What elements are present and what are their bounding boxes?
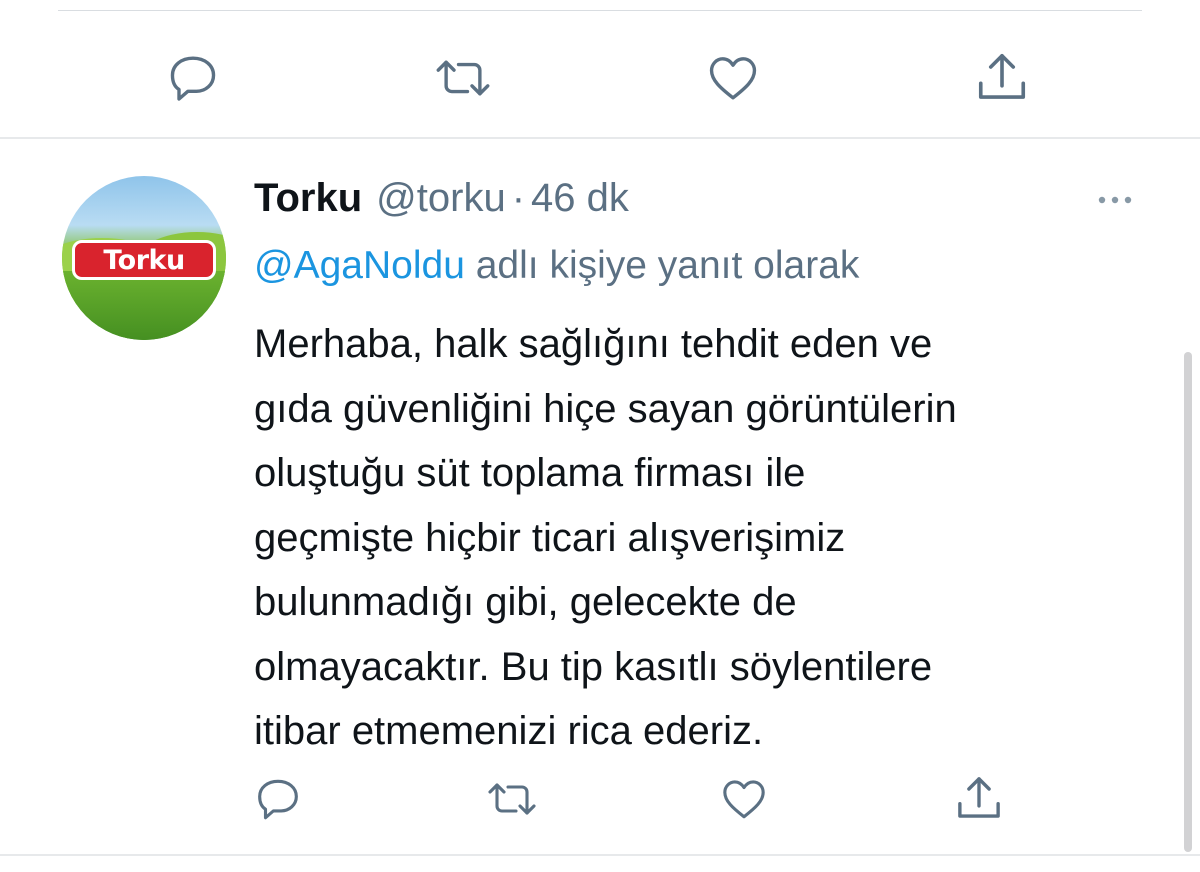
brand-logo: Torku [72,240,216,280]
like-icon [709,57,757,100]
more-icon [1098,196,1132,204]
previous-tweet-reply-button[interactable] [160,48,226,108]
previous-tweet-action-bar [0,0,1200,138]
like-icon [723,780,765,819]
retweet-icon [436,60,490,96]
share-icon [958,777,1000,818]
reply-mention-link[interactable]: @AgaNoldu [254,244,465,287]
reply-context-text: adlı kişiye yanıt olarak [464,244,860,287]
share-icon [978,53,1026,99]
reply-icon [258,779,298,820]
tweet-text: Merhaba, halk sağlığını tehdit eden ve g… [254,322,957,753]
more-options-button[interactable] [1092,188,1138,212]
scrollbar[interactable] [1184,352,1192,852]
like-button[interactable] [716,772,772,826]
previous-tweet-retweet-button[interactable] [428,50,498,106]
tweet[interactable]: Torku Torku @torku · 46 dk @AgaNoldu adl… [0,140,1200,854]
separator-dot: · [511,176,526,220]
tweet-separator [0,137,1200,139]
retweet-icon [488,783,536,815]
retweet-button[interactable] [480,774,544,824]
previous-tweet-like-button[interactable] [702,48,764,108]
reply-icon [170,56,216,101]
avatar[interactable]: Torku [62,176,226,340]
share-button[interactable] [950,770,1008,826]
bottom-divider [0,854,1200,856]
tweet-header: Torku @torku · 46 dk [254,176,629,226]
display-name[interactable]: Torku [254,176,362,221]
reply-context: @AgaNoldu adlı kişiye yanıt olarak [254,244,859,288]
user-handle[interactable]: @torku [376,176,506,221]
timestamp[interactable]: 46 dk [531,176,629,221]
previous-tweet-share-button[interactable] [970,46,1034,108]
reply-button[interactable] [250,772,306,826]
